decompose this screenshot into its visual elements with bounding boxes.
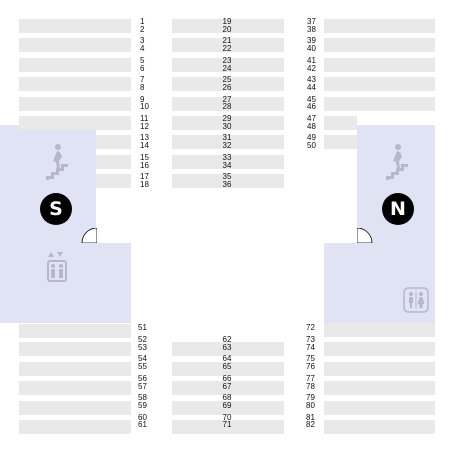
south-station-badge[interactable]: S: [40, 193, 72, 225]
seat-number: 26: [222, 82, 232, 92]
seat-bar[interactable]: [324, 77, 435, 92]
seat-bar[interactable]: [324, 96, 435, 111]
seat-number: 22: [222, 44, 232, 54]
floor-map: 1 2 3 4 5 6 7 8 9 10 11 12 13 14 15 16 17 18 19 20 21 22 23 24 2…: [0, 0, 450, 450]
seat-bar[interactable]: [19, 77, 131, 92]
seat-bar[interactable]: [324, 381, 435, 396]
seat-bar[interactable]: [19, 324, 131, 338]
seat-bar[interactable]: [19, 420, 131, 434]
seat-number: 8: [140, 82, 145, 92]
seat-number: 80: [306, 400, 315, 410]
seat-bar[interactable]: [324, 361, 435, 376]
seat-number: 30: [222, 121, 232, 131]
seat-number: 2: [140, 24, 145, 34]
seat-number: 59: [138, 400, 147, 410]
seat-number: 67: [222, 381, 232, 391]
seat-number: 6: [140, 63, 145, 73]
seat-number: 46: [307, 102, 316, 112]
seat-bar[interactable]: [324, 400, 435, 415]
seat-number: 40: [307, 44, 316, 54]
seat-number: 28: [222, 102, 232, 112]
seat-number: 36: [222, 179, 232, 189]
seat-bar[interactable]: [96, 135, 131, 150]
seat-number: 51: [138, 323, 147, 332]
stairs-icon: [44, 143, 70, 186]
seat-bar[interactable]: [324, 38, 435, 53]
seat-number: 34: [222, 160, 232, 170]
seat-bar[interactable]: [19, 57, 131, 72]
seat-number: 32: [222, 141, 232, 151]
seat-number: 74: [306, 342, 315, 352]
seat-bar[interactable]: [324, 135, 357, 150]
seat-bar[interactable]: [324, 116, 357, 130]
seat-number: 12: [140, 121, 149, 131]
seat-bar[interactable]: [324, 420, 435, 434]
seat-number: 18: [140, 179, 149, 189]
restroom-icon: [403, 287, 429, 318]
seat-number: 44: [307, 82, 316, 92]
seat-number: 76: [306, 362, 315, 372]
seat-bar[interactable]: [96, 174, 131, 189]
seat-number: 61: [138, 420, 147, 430]
seat-bar[interactable]: [19, 381, 131, 396]
seat-number: 42: [307, 63, 316, 73]
seat-bar[interactable]: [324, 342, 435, 357]
seat-bar[interactable]: [324, 323, 435, 337]
elevator-icon: [46, 251, 68, 288]
seat-number: 4: [140, 44, 145, 54]
north-station-badge[interactable]: N: [382, 193, 414, 225]
seat-number: 50: [307, 141, 316, 151]
seat-number: 63: [222, 342, 232, 352]
seat-number: 16: [140, 160, 149, 170]
south-door-icon: [81, 228, 97, 243]
seat-number: 20: [222, 24, 232, 34]
seat-number: 78: [306, 381, 315, 391]
seat-bar[interactable]: [19, 116, 131, 130]
seat-number: 65: [222, 362, 232, 372]
seat-number: 10: [140, 102, 149, 112]
seat-number: 14: [140, 141, 149, 151]
seat-number: 71: [222, 420, 232, 430]
seat-bar[interactable]: [19, 400, 131, 415]
seat-bar[interactable]: [19, 96, 131, 111]
stairs-icon: [384, 143, 410, 186]
seat-number: 24: [222, 63, 232, 73]
seat-bar[interactable]: [324, 57, 435, 72]
seat-number: 72: [306, 323, 315, 332]
seat-number: 82: [306, 420, 315, 430]
seat-number: 53: [138, 342, 147, 352]
seat-bar[interactable]: [96, 154, 131, 169]
seat-bar[interactable]: [19, 19, 131, 33]
seat-number: 55: [138, 362, 147, 372]
seat-bar[interactable]: [19, 361, 131, 376]
seat-bar[interactable]: [19, 38, 131, 53]
seat-number: 48: [307, 121, 316, 131]
seat-number: 38: [307, 24, 316, 34]
north-door-icon: [357, 228, 373, 243]
seat-bar[interactable]: [19, 342, 131, 357]
seat-number: 69: [222, 400, 232, 410]
seat-number: 57: [138, 381, 147, 391]
seat-bar[interactable]: [324, 19, 435, 33]
